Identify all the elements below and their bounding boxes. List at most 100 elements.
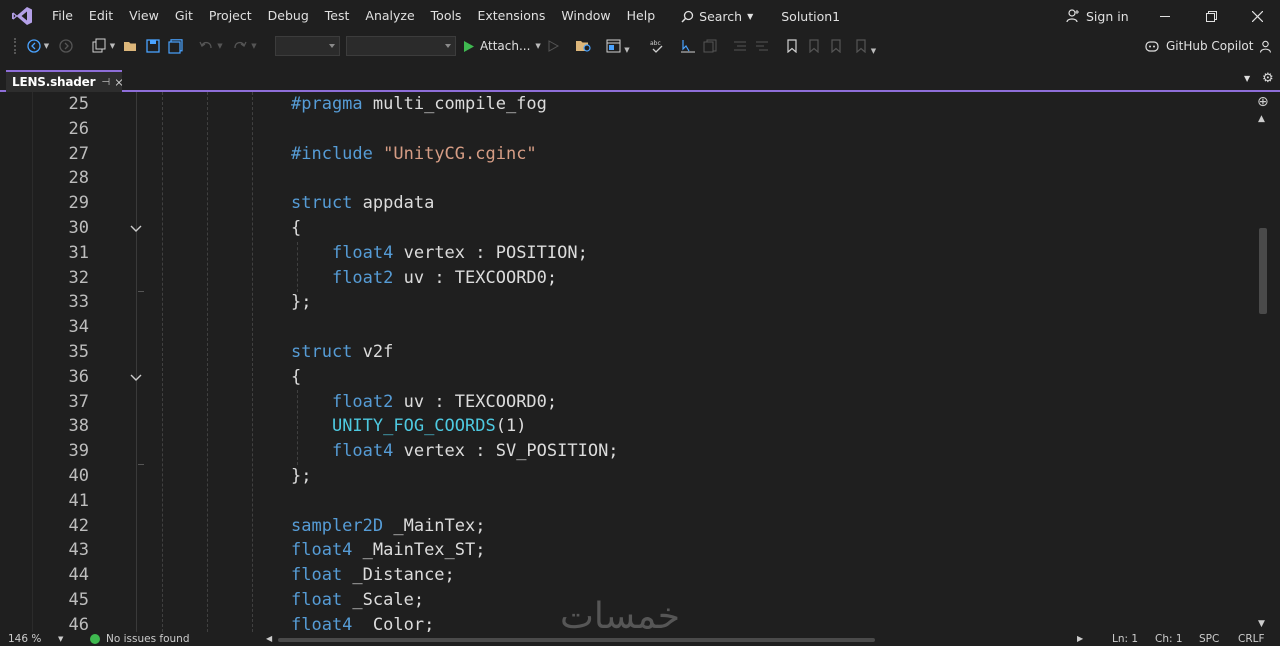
redo-button[interactable]: ▼ — [230, 37, 260, 55]
navigate-forward-button[interactable] — [58, 37, 74, 55]
menu-item-window[interactable]: Window — [553, 0, 618, 32]
minimize-button[interactable] — [1142, 0, 1188, 32]
split-editor-icon[interactable]: ⊕ — [1257, 94, 1269, 110]
save-icon — [146, 39, 160, 53]
pin-icon[interactable]: ⊣ — [101, 77, 110, 88]
menu-item-file[interactable]: File — [44, 0, 81, 32]
code-line[interactable]: float _Distance; — [291, 563, 455, 588]
next-bookmark-button[interactable] — [828, 37, 844, 55]
code-line[interactable]: float4 vertex : SV_POSITION; — [291, 439, 619, 464]
chevron-down-icon: ▼ — [624, 46, 630, 54]
search-button[interactable]: Search ▼ — [671, 0, 763, 32]
settings-gear-icon[interactable]: ⚙ — [1262, 71, 1274, 86]
vertical-scroll-thumb[interactable] — [1259, 228, 1267, 314]
attach-button[interactable]: Attach... ▼ — [463, 36, 541, 56]
menu-item-extensions[interactable]: Extensions — [469, 0, 553, 32]
code-line[interactable]: struct v2f — [291, 340, 393, 365]
zoom-level[interactable]: 146 % — [8, 632, 41, 646]
code-line[interactable]: float4 _MainTex_ST; — [291, 538, 485, 563]
spacing-indicator[interactable]: SPC — [1199, 632, 1219, 646]
code-token: v2f — [352, 342, 394, 362]
menu-item-debug[interactable]: Debug — [260, 0, 317, 32]
collapse-chevron-icon[interactable] — [129, 371, 143, 385]
code-line[interactable]: #pragma multi_compile_fog — [291, 92, 547, 117]
open-file-button[interactable] — [122, 37, 140, 55]
editor-status-bar: 146 % ▼ No issues found ◀ ▶ Ln: 1 Ch: 1 … — [0, 632, 1280, 646]
code-token: struct — [291, 193, 353, 214]
menu-item-view[interactable]: View — [121, 0, 167, 32]
menu-item-edit[interactable]: Edit — [81, 0, 121, 32]
sign-in-button[interactable]: Sign in — [1066, 0, 1129, 32]
collapse-chevron-icon[interactable] — [129, 222, 143, 236]
clear-bookmarks-button[interactable]: ▼ — [850, 37, 880, 55]
code-line[interactable]: sampler2D _MainTex; — [291, 514, 485, 539]
scroll-right-icon[interactable]: ▶ — [1077, 632, 1083, 646]
code-line[interactable]: float _Scale; — [291, 588, 424, 613]
code-line[interactable]: struct appdata — [291, 191, 434, 216]
line-ending-indicator[interactable]: CRLF — [1238, 632, 1265, 646]
menu-item-tools[interactable]: Tools — [423, 0, 470, 32]
scroll-down-icon[interactable]: ▼ — [1258, 619, 1265, 629]
code-token: float2 — [331, 391, 394, 412]
spell-check-button[interactable]: abc — [648, 37, 666, 55]
previous-bookmark-button[interactable] — [806, 37, 822, 55]
copy-icon — [703, 39, 717, 53]
comment-lines-button[interactable] — [730, 37, 750, 55]
toolbar-grip[interactable] — [12, 37, 18, 55]
menu-item-test[interactable]: Test — [317, 0, 358, 32]
play-outline-icon — [548, 40, 559, 52]
code-token: multi_compile_fog — [362, 94, 547, 114]
line-number: 30 — [68, 218, 89, 238]
code-line[interactable]: UNITY_FOG_COORDS(1) — [291, 414, 526, 439]
chevron-down-icon[interactable]: ▼ — [58, 632, 63, 646]
menu-item-analyze[interactable]: Analyze — [357, 0, 422, 32]
visual-studio-logo-icon[interactable] — [0, 0, 44, 32]
code-line[interactable]: #include "UnityCG.cginc" — [291, 142, 537, 167]
horizontal-scroll-thumb[interactable] — [278, 638, 875, 642]
close-tab-icon[interactable] — [116, 78, 122, 87]
menu-item-git[interactable]: Git — [167, 0, 201, 32]
scroll-left-icon[interactable]: ◀ — [266, 632, 272, 646]
code-line[interactable]: float2 uv : TEXCOORD0; — [291, 390, 557, 415]
menu-item-help[interactable]: Help — [619, 0, 664, 32]
code-line[interactable]: { — [291, 216, 301, 241]
restore-button[interactable] — [1188, 0, 1234, 32]
save-all-button[interactable] — [166, 37, 184, 55]
github-copilot-button[interactable]: GitHub Copilot — [1144, 36, 1272, 56]
vertical-scrollbar[interactable]: ⊕ ▲ ▼ — [1254, 92, 1272, 632]
code-line[interactable]: }; — [291, 290, 311, 315]
solution-platforms-dropdown[interactable] — [346, 36, 456, 56]
code-line[interactable]: float4 _Color; — [291, 613, 434, 632]
uncomment-lines-button[interactable] — [752, 37, 772, 55]
code-line[interactable]: float2 uv : TEXCOORD0; — [291, 266, 557, 291]
play-icon — [464, 40, 474, 52]
code-line[interactable]: { — [291, 365, 301, 390]
copy-step-button[interactable] — [700, 37, 720, 55]
code-token: #pragma — [291, 94, 363, 114]
code-editor[interactable]: 25 26 27 28 29 30 31 32 33 34 35 36 37 38 39 40 41 42 43 44… — [0, 92, 1254, 632]
line-indicator[interactable]: Ln: 1 — [1112, 632, 1138, 646]
line-number: 28 — [68, 168, 89, 189]
code-line[interactable]: }; — [291, 464, 311, 489]
code-token: vertex : POSITION; — [393, 242, 588, 263]
code-line[interactable]: float4 vertex : POSITION; — [291, 241, 588, 266]
line-number: 33 — [68, 292, 89, 313]
window-layout-button[interactable]: ▼ — [604, 37, 632, 55]
issues-status[interactable]: No issues found — [106, 632, 190, 646]
new-project-button[interactable]: ▼ — [88, 37, 118, 55]
solution-explorer-button[interactable] — [574, 37, 592, 55]
char-indicator[interactable]: Ch: 1 — [1155, 632, 1183, 646]
navigate-back-button[interactable]: ▼ — [24, 37, 52, 55]
save-button[interactable] — [144, 37, 162, 55]
tab-lens-shader[interactable]: LENS.shader ⊣ — [6, 70, 122, 92]
menu-item-project[interactable]: Project — [201, 0, 260, 32]
step-into-button[interactable] — [678, 37, 698, 55]
close-window-button[interactable] — [1234, 0, 1280, 32]
solution-configurations-dropdown[interactable] — [275, 36, 340, 56]
uncomment-lines-icon — [756, 41, 768, 51]
tab-overflow-chevron-icon[interactable]: ▼ — [1244, 74, 1250, 83]
undo-button[interactable]: ▼ — [196, 37, 226, 55]
toggle-bookmark-button[interactable] — [784, 37, 800, 55]
scroll-up-icon[interactable]: ▲ — [1258, 114, 1265, 124]
start-without-debugging-button[interactable] — [546, 37, 560, 55]
